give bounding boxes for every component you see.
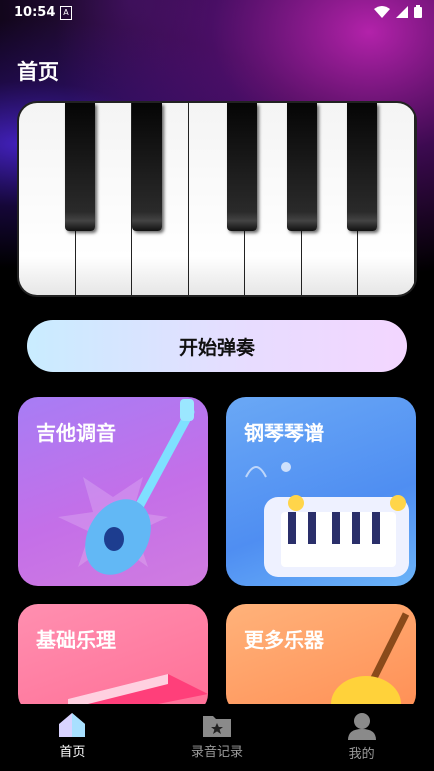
black-key[interactable]: [65, 103, 95, 231]
folder-star-icon: [202, 716, 231, 737]
bottom-tab-bar: 首页 录音记录 我的: [0, 704, 434, 771]
piano-keyboard-banner[interactable]: [17, 101, 417, 297]
black-key[interactable]: [287, 103, 317, 231]
page-title: 首页: [17, 60, 59, 84]
keyboard-icon: [245, 462, 409, 577]
wifi-icon: [374, 5, 390, 18]
tab-mine[interactable]: 我的: [302, 704, 422, 771]
status-bar: 10:54 A: [0, 0, 434, 26]
black-key[interactable]: [227, 103, 257, 231]
tab-label: 我的: [348, 747, 375, 762]
tab-label: 首页: [59, 745, 86, 760]
tab-home[interactable]: 首页: [12, 704, 132, 771]
tab-recordings[interactable]: 录音记录: [157, 704, 277, 771]
home-icon: [59, 713, 86, 737]
start-playing-button[interactable]: 开始弹奏: [27, 320, 407, 372]
status-time: 10:54: [14, 5, 56, 20]
guitar-icon: [58, 399, 195, 575]
piano-sheet-card[interactable]: 钢琴琴谱: [226, 397, 416, 586]
music-theory-card[interactable]: 基础乐理: [18, 604, 208, 714]
more-instruments-card[interactable]: 更多乐器: [226, 604, 416, 714]
tab-label: 录音记录: [190, 745, 243, 760]
book-icon: [68, 674, 208, 714]
notification-a-icon: A: [60, 6, 72, 20]
signal-icon: [396, 5, 408, 18]
status-icons: [374, 5, 422, 18]
black-key[interactable]: [347, 103, 377, 231]
battery-icon: [414, 5, 422, 18]
black-key[interactable]: [132, 103, 162, 231]
guitar-tuner-card[interactable]: 吉他调音: [18, 397, 208, 586]
user-icon: [347, 713, 376, 740]
violin-icon: [331, 612, 410, 714]
